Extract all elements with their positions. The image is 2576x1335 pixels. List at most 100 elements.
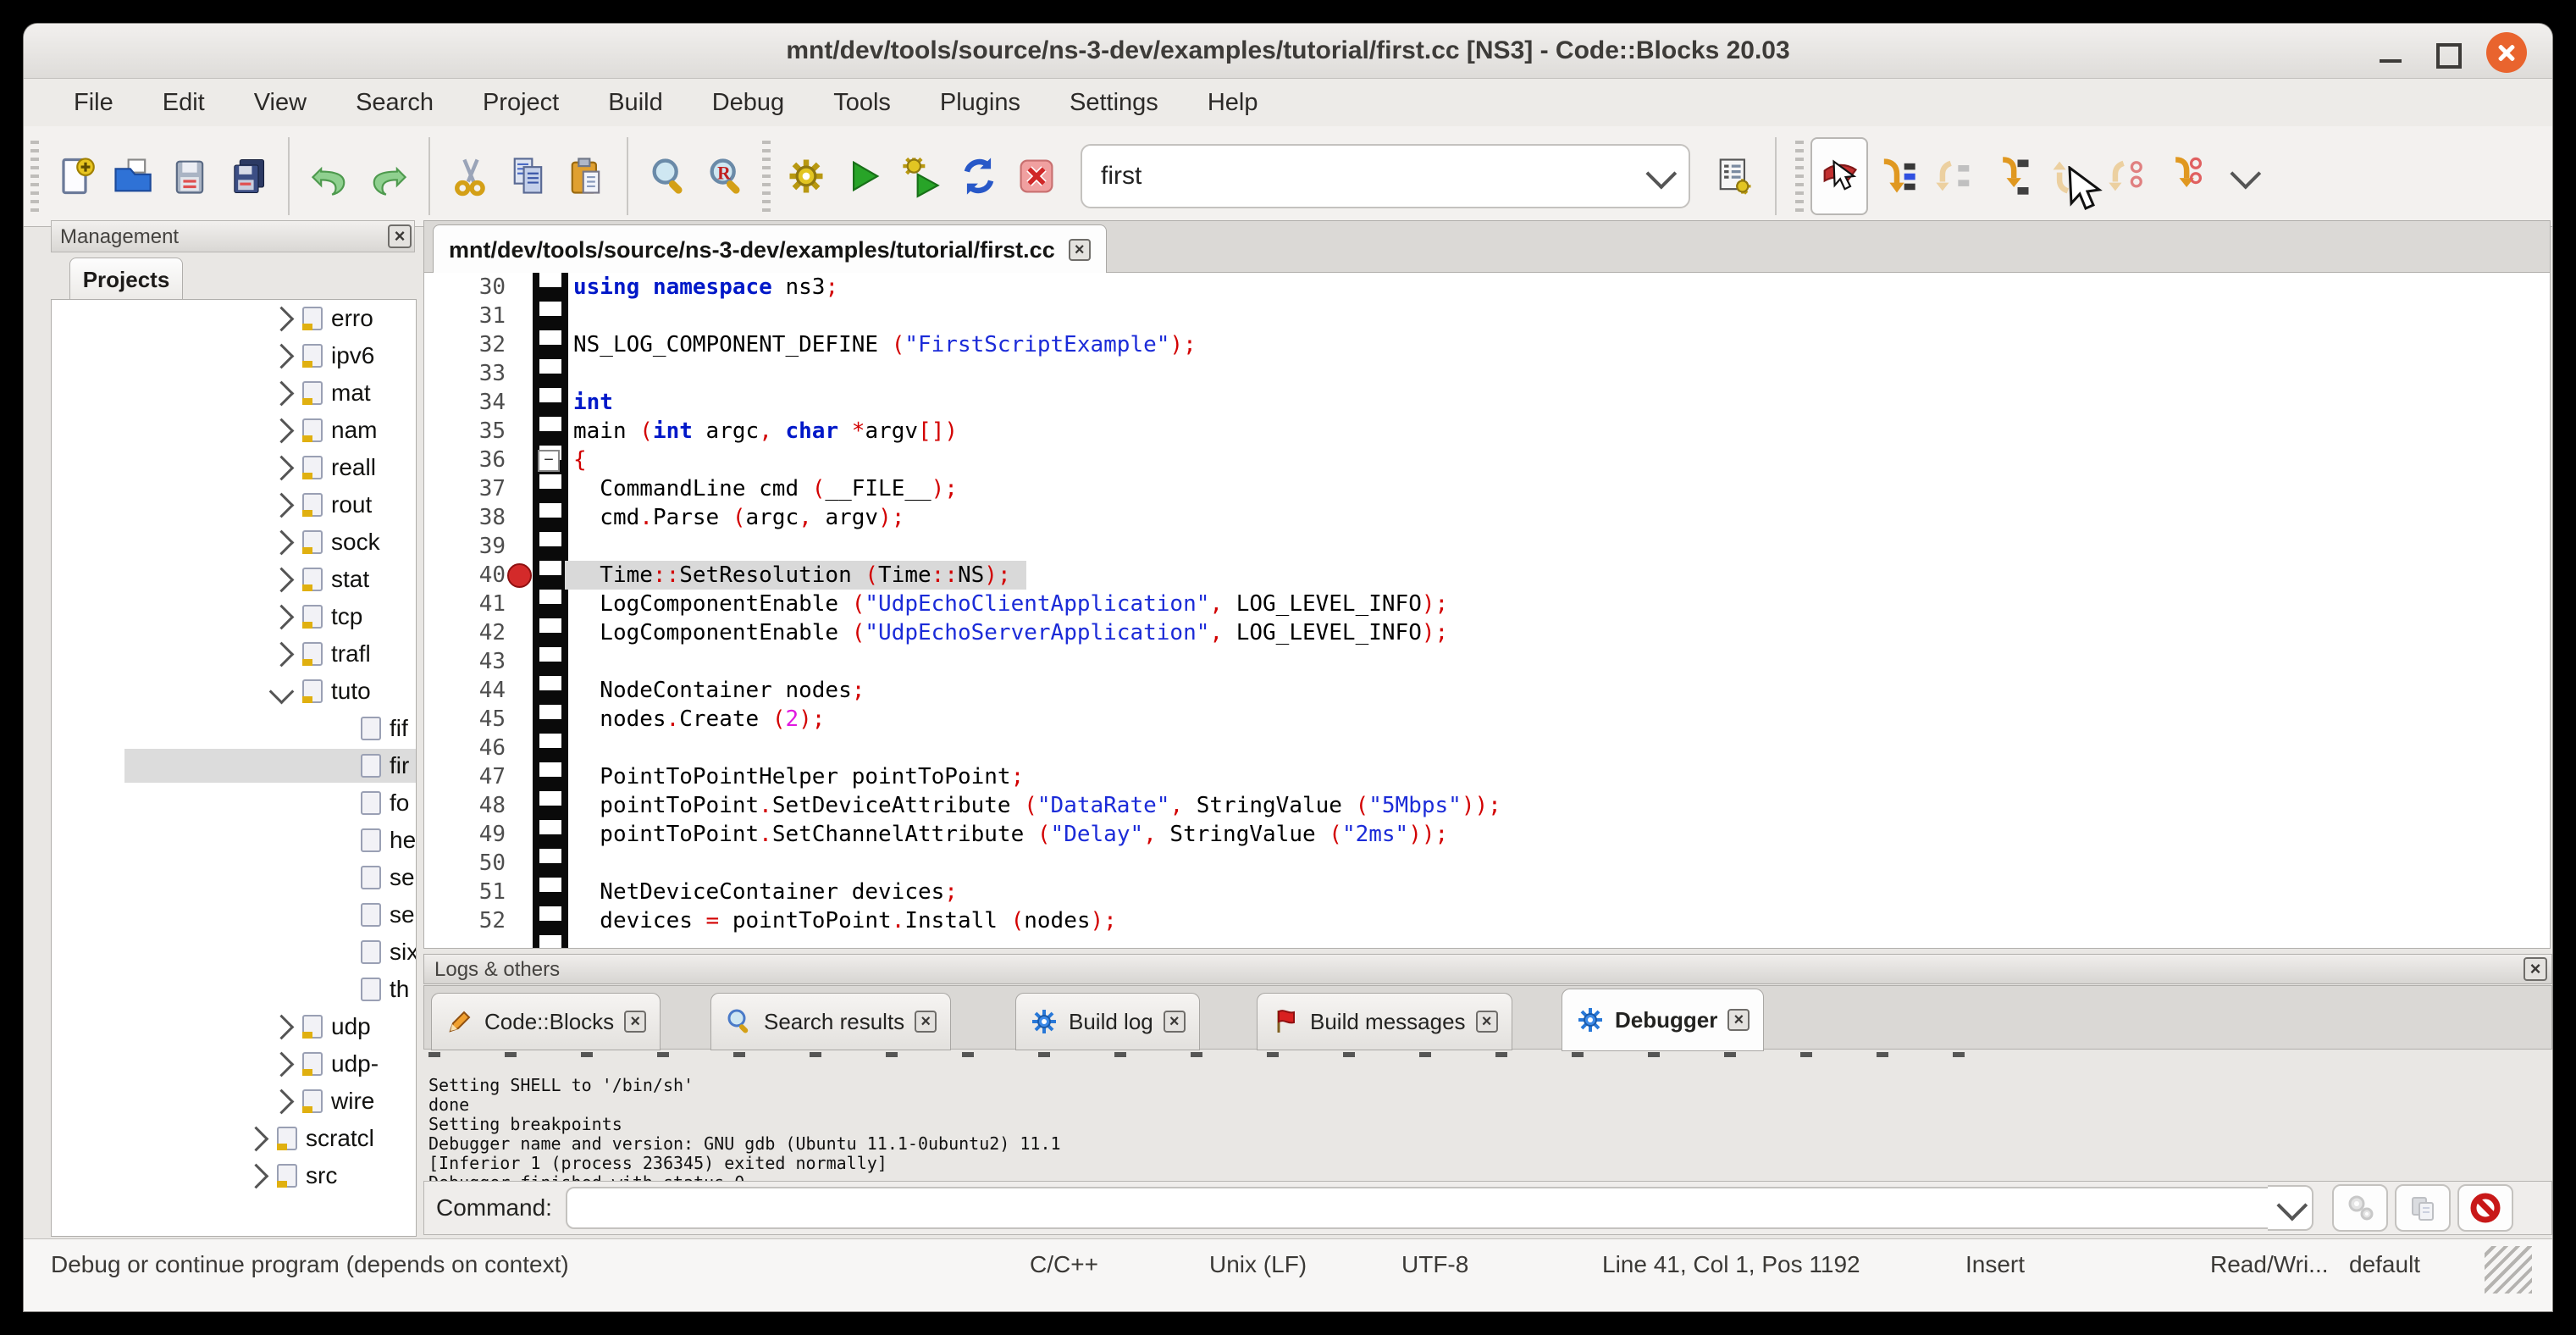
copy-button[interactable]	[500, 137, 557, 215]
copy-log-button[interactable]	[2395, 1184, 2451, 1232]
menu-edit[interactable]: Edit	[138, 79, 229, 126]
paste-button[interactable]	[557, 137, 615, 215]
toolbar-overflow-chevron-icon[interactable]	[2230, 158, 2261, 190]
chevron-right-icon[interactable]	[269, 604, 295, 629]
line-number[interactable]: 37	[424, 474, 506, 503]
code-line-31[interactable]: 31	[424, 302, 2550, 330]
build-button[interactable]	[777, 137, 835, 215]
menu-file[interactable]: File	[49, 79, 138, 126]
build-target-combo[interactable]: first	[1081, 144, 1690, 208]
toolbar-grip[interactable]	[762, 141, 771, 212]
tree-item-se[interactable]: se	[52, 896, 416, 933]
log-tab-close-icon[interactable]: ×	[1164, 1011, 1186, 1033]
tree-item-scratcl[interactable]: scratcl	[52, 1120, 416, 1157]
code-line-42[interactable]: 42 LogComponentEnable ("UdpEchoServerApp…	[424, 618, 2550, 647]
logs-close-icon[interactable]: ×	[2523, 957, 2547, 981]
line-number[interactable]: 47	[424, 762, 506, 791]
chevron-right-icon[interactable]	[269, 306, 295, 331]
title-bar[interactable]: mnt/dev/tools/source/ns-3-dev/examples/t…	[24, 24, 2552, 79]
code-line-40[interactable]: 40 Time::SetResolution (Time::NS);	[424, 561, 2550, 590]
code-line-45[interactable]: 45 nodes.Create (2);	[424, 705, 2550, 734]
tree-item-udp-[interactable]: udp-	[52, 1045, 416, 1083]
line-number[interactable]: 40	[424, 561, 506, 590]
tree-item-th[interactable]: th	[52, 971, 416, 1008]
menu-search[interactable]: Search	[331, 79, 458, 126]
chevron-right-icon[interactable]	[269, 1051, 295, 1077]
line-number[interactable]: 45	[424, 705, 506, 734]
editor-tab-close-icon[interactable]: ×	[1069, 239, 1091, 261]
menu-settings[interactable]: Settings	[1045, 79, 1183, 126]
line-number[interactable]: 50	[424, 849, 506, 878]
toolbar-grip[interactable]	[1795, 141, 1804, 212]
menu-tools[interactable]: Tools	[809, 79, 915, 126]
code-line-49[interactable]: 49 pointToPoint.SetChannelAttribute ("De…	[424, 820, 2550, 849]
close-button[interactable]	[2486, 32, 2527, 73]
code-line-50[interactable]: 50	[424, 849, 2550, 878]
code-line-38[interactable]: 38 cmd.Parse (argc, argv);	[424, 503, 2550, 532]
code-line-33[interactable]: 33	[424, 359, 2550, 388]
tree-item-six[interactable]: six	[52, 933, 416, 971]
run-to-cursor-button[interactable]	[1868, 137, 1926, 215]
run-button[interactable]	[835, 137, 893, 215]
next-line-button[interactable]	[1926, 137, 1983, 215]
tree-item-fif[interactable]: fif	[52, 710, 416, 747]
code-line-35[interactable]: 35main (int argc, char *argv[])	[424, 417, 2550, 446]
line-number[interactable]: 38	[424, 503, 506, 532]
minimize-button[interactable]	[2374, 36, 2408, 69]
line-number[interactable]: 31	[424, 302, 506, 330]
logs-caption[interactable]: Logs & others	[423, 954, 2552, 984]
toolbar-grip[interactable]	[30, 141, 39, 212]
save-button[interactable]	[161, 137, 218, 215]
chevron-right-icon[interactable]	[269, 455, 295, 480]
chevron-right-icon[interactable]	[269, 380, 295, 406]
menu-view[interactable]: View	[229, 79, 331, 126]
log-tab-search-results[interactable]: Search results×	[710, 993, 951, 1050]
line-number[interactable]: 46	[424, 734, 506, 762]
code-line-47[interactable]: 47 PointToPointHelper pointToPoint;	[424, 762, 2550, 791]
chevron-right-icon[interactable]	[269, 343, 295, 368]
line-number[interactable]: 42	[424, 618, 506, 647]
tree-item-ipv6[interactable]: ipv6	[52, 337, 416, 374]
line-number[interactable]: 36	[424, 446, 506, 474]
code-line-37[interactable]: 37 CommandLine cmd (__FILE__);	[424, 474, 2550, 503]
resize-grip[interactable]	[2485, 1246, 2532, 1293]
chevron-right-icon[interactable]	[269, 567, 295, 592]
menu-debug[interactable]: Debug	[688, 79, 809, 126]
line-number[interactable]: 49	[424, 820, 506, 849]
code-line-30[interactable]: 30using namespace ns3;	[424, 273, 2550, 302]
menu-help[interactable]: Help	[1183, 79, 1283, 126]
code-line-43[interactable]: 43	[424, 647, 2550, 676]
chevron-down-icon[interactable]	[269, 679, 295, 704]
chevron-right-icon[interactable]	[269, 1014, 295, 1039]
find-button[interactable]	[640, 137, 698, 215]
rebuild-button[interactable]	[950, 137, 1008, 215]
redo-button[interactable]	[359, 137, 417, 215]
code-line-44[interactable]: 44 NodeContainer nodes;	[424, 676, 2550, 705]
maximize-button[interactable]	[2430, 36, 2464, 69]
command-input[interactable]	[566, 1187, 2276, 1229]
save-all-button[interactable]	[218, 137, 276, 215]
code-line-36[interactable]: 36−{	[424, 446, 2550, 474]
log-tab-build-messages[interactable]: Build messages×	[1257, 993, 1512, 1050]
log-tab-close-icon[interactable]: ×	[624, 1011, 646, 1033]
stop-debugger-button[interactable]	[2457, 1184, 2513, 1232]
tree-item-mat[interactable]: mat	[52, 374, 416, 412]
undo-button[interactable]	[301, 137, 359, 215]
log-tab-debugger[interactable]: Debugger×	[1562, 989, 1764, 1051]
tree-item-tuto[interactable]: tuto	[52, 673, 416, 710]
management-caption[interactable]: Management	[51, 220, 415, 252]
debugger-settings-button[interactable]	[2332, 1184, 2388, 1232]
cut-button[interactable]	[442, 137, 500, 215]
tree-item-sock[interactable]: sock	[52, 523, 416, 561]
code-editor[interactable]: 30using namespace ns3;3132NS_LOG_COMPONE…	[423, 273, 2551, 949]
chevron-right-icon[interactable]	[269, 529, 295, 555]
build-and-run-button[interactable]	[893, 137, 950, 215]
line-number[interactable]: 35	[424, 417, 506, 446]
tree-item-erro[interactable]: erro	[52, 300, 416, 337]
line-number[interactable]: 32	[424, 330, 506, 359]
chevron-right-icon[interactable]	[269, 1088, 295, 1114]
tree-item-src[interactable]: src	[52, 1157, 416, 1194]
line-number[interactable]: 33	[424, 359, 506, 388]
command-dropdown-button[interactable]	[2268, 1185, 2313, 1231]
tab-projects[interactable]: Projects	[69, 258, 183, 301]
